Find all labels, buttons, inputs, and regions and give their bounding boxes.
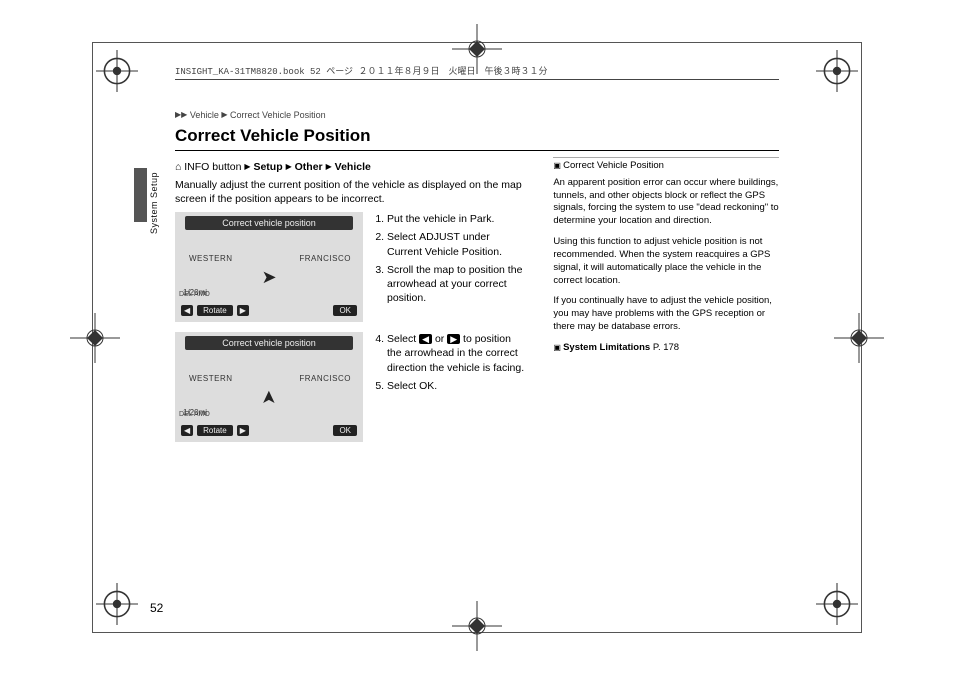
ok-button: OK (333, 425, 357, 436)
map-label: DEL AMO (179, 291, 210, 298)
step-text: . (434, 380, 437, 392)
main-column: ⌂ INFO button ▶ Setup ▶ Other ▶ Vehicle … (175, 157, 525, 452)
alignment-target-icon (834, 313, 884, 363)
rotate-left-icon: ◀ (181, 425, 193, 436)
breadcrumb-arrow-icon: ▶ (221, 110, 227, 119)
rotate-left-button-icon: ◀ (419, 334, 432, 344)
path-step: Setup (253, 161, 282, 173)
step-5: Select OK. (387, 379, 525, 393)
map-label: WESTERN (189, 374, 233, 383)
screenshot-titlebar: Correct vehicle position (185, 336, 353, 350)
content-area: ▶▶ Vehicle ▶ Correct Vehicle Position Co… (175, 110, 779, 595)
map-label: WESTERN (189, 254, 233, 263)
rotate-left-icon: ◀ (181, 305, 193, 316)
page-number: 52 (150, 601, 163, 615)
step-3: Scroll the map to position the arrowhead… (387, 263, 525, 306)
map-label: FRANCISCO (299, 254, 351, 263)
ui-term: OK (419, 380, 434, 392)
ui-term: Current Vehicle Position (387, 246, 499, 258)
section-tab (134, 168, 147, 222)
registration-mark-icon (96, 50, 138, 92)
nav-path: ⌂ INFO button ▶ Setup ▶ Other ▶ Vehicle (175, 161, 525, 173)
vehicle-arrow-icon: ➤ (259, 390, 280, 405)
breadcrumb: ▶▶ Vehicle ▶ Correct Vehicle Position (175, 110, 779, 120)
cross-reference: System Limitations P. 178 (553, 342, 779, 355)
breadcrumb-seg: Correct Vehicle Position (230, 110, 326, 120)
screenshot-2: Correct vehicle position WESTERN FRANCIS… (175, 332, 363, 442)
vehicle-arrow-icon: ➤ (261, 267, 276, 288)
registration-mark-icon (816, 583, 858, 625)
step-text: or (432, 333, 447, 345)
step-text: Select (387, 333, 419, 345)
step-text: . (499, 246, 502, 258)
rotate-right-icon: ▶ (237, 305, 249, 316)
step-text: Select (387, 380, 419, 392)
step-1: Put the vehicle in Park. (387, 212, 525, 226)
sidebar-paragraph: Using this function to adjust vehicle po… (553, 236, 779, 287)
sidebar-heading: Correct Vehicle Position (553, 160, 779, 173)
info-icon: ⌂ (175, 161, 181, 173)
cross-reference-title: System Limitations (553, 342, 650, 353)
screenshot-titlebar: Correct vehicle position (185, 216, 353, 230)
breadcrumb-arrow-icon: ▶▶ (175, 110, 187, 119)
rotate-right-icon: ▶ (237, 425, 249, 436)
rotate-right-button-icon: ▶ (447, 334, 460, 344)
alignment-target-icon (452, 601, 502, 651)
side-column: Correct Vehicle Position An apparent pos… (553, 157, 779, 452)
steps-list: Put the vehicle in Park. Select ADJUST u… (373, 212, 525, 322)
ok-button: OK (333, 305, 357, 316)
map-label: FRANCISCO (299, 374, 351, 383)
path-arrow-icon: ▶ (326, 162, 332, 171)
ui-term: ADJUST (419, 231, 460, 243)
registration-mark-icon (816, 50, 858, 92)
path-step: Other (295, 161, 323, 173)
sidebar-paragraph: An apparent position error can occur whe… (553, 177, 779, 228)
screenshot-1: Correct vehicle position WESTERN FRANCIS… (175, 212, 363, 322)
path-arrow-icon: ▶ (286, 162, 292, 171)
cross-reference-page: P. 178 (650, 342, 679, 353)
section-label: System Setup (149, 172, 159, 234)
sidebar-paragraph: If you continually have to adjust the ve… (553, 295, 779, 333)
steps-list: Select ◀ or ▶ to position the arrowhead … (373, 332, 525, 442)
step-4: Select ◀ or ▶ to position the arrowhead … (387, 332, 525, 375)
step-text: under (460, 231, 490, 243)
step-2: Select ADJUST under Current Vehicle Posi… (387, 230, 525, 258)
path-arrow-icon: ▶ (244, 162, 250, 171)
step-text: Select (387, 231, 419, 243)
intro-paragraph: Manually adjust the current position of … (175, 179, 525, 206)
path-text: INFO button (184, 161, 241, 173)
rotate-button: Rotate (197, 305, 233, 316)
alignment-target-icon (70, 313, 120, 363)
breadcrumb-seg: Vehicle (190, 110, 219, 120)
page-title: Correct Vehicle Position (175, 126, 779, 151)
rotate-button: Rotate (197, 425, 233, 436)
map-label: DEL AMO (179, 411, 210, 418)
registration-mark-icon (96, 583, 138, 625)
book-file-header: INSIGHT_KA-31TM8820.book 52 ページ ２０１１年８月９… (175, 64, 779, 80)
path-step: Vehicle (335, 161, 371, 173)
